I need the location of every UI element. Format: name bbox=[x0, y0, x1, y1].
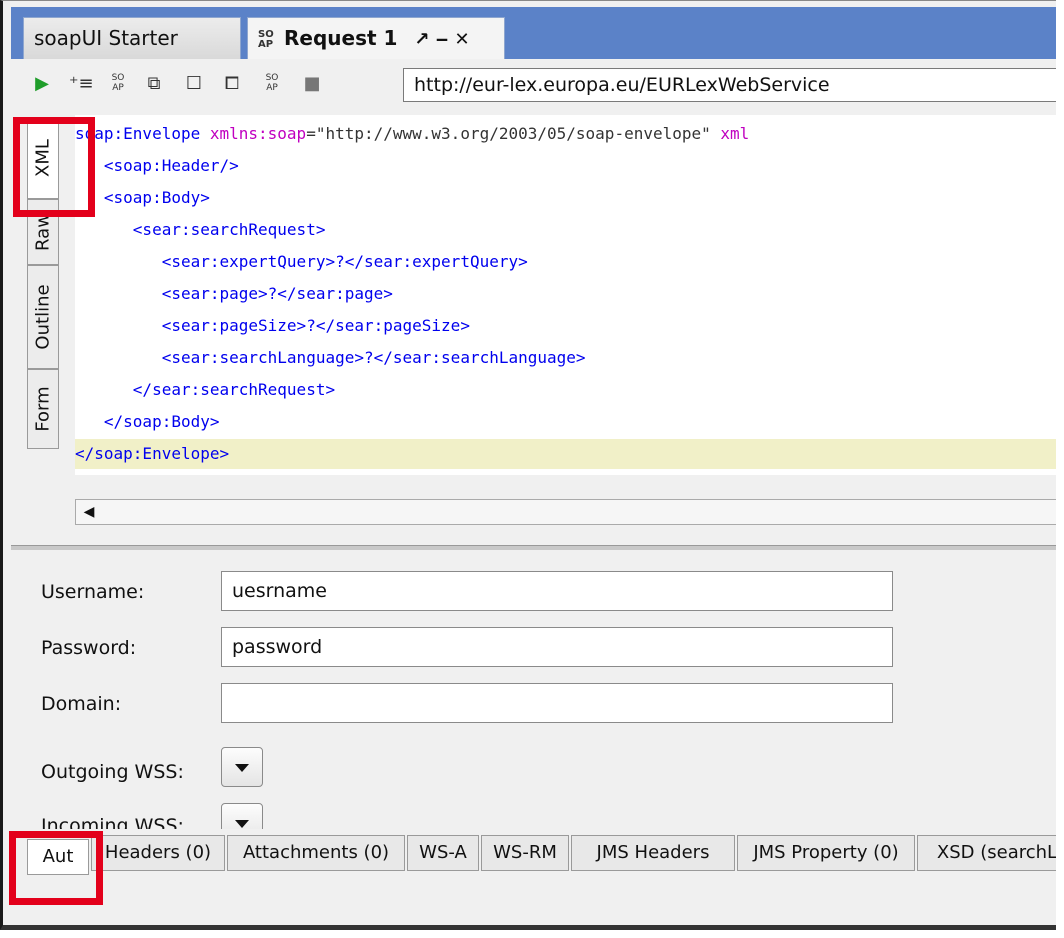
code-line: <sear:page>?</sear:page> bbox=[75, 284, 393, 303]
tab-attachments[interactable]: Attachments (0) bbox=[227, 835, 405, 871]
tab-xml[interactable]: XML bbox=[27, 117, 59, 199]
code-line: <soap:Header/> bbox=[75, 156, 239, 175]
add-header-icon[interactable]: ⁺≡ bbox=[69, 73, 94, 95]
code-line: <sear:expertQuery>?</sear:expertQuery> bbox=[75, 252, 528, 271]
maximize-icon[interactable]: ☐ bbox=[183, 73, 205, 95]
play-icon[interactable]: ▶ bbox=[31, 73, 53, 95]
xml-editor[interactable]: soap:Envelope xmlns:soap="http://www.w3.… bbox=[75, 115, 1056, 475]
request-editor: XML Raw Outline Form soap:Envelope xmlns… bbox=[11, 107, 1056, 545]
tab-jms-headers[interactable]: JMS Headers bbox=[571, 835, 735, 871]
window-edge bbox=[1056, 0, 1064, 938]
chevron-down-icon bbox=[235, 820, 249, 828]
tab-ws-a[interactable]: WS-A bbox=[407, 835, 479, 871]
code-line: </sear:searchRequest> bbox=[75, 380, 336, 399]
stop-icon[interactable]: ■ bbox=[301, 73, 323, 95]
soap-icon[interactable]: SO AP bbox=[107, 73, 129, 95]
code-line-current: </soap:Envelope> bbox=[75, 439, 1056, 469]
soapui-window: soapUI Starter Page SOAPRequest 1 ↗ ‒ ✕ … bbox=[0, 0, 1056, 930]
tab-request-1[interactable]: SO AP Request 1 ↗ ‒ ✕ bbox=[247, 17, 505, 59]
auth-panel: Username: uesrname Password: password Do… bbox=[11, 551, 1056, 843]
endpoint-field[interactable]: http://eur-lex.europa.eu/EURLexWebServic… bbox=[403, 68, 1056, 102]
tab-form[interactable]: Form bbox=[27, 369, 59, 449]
tab-ws-rm[interactable]: WS-RM bbox=[481, 835, 569, 871]
code-line: <sear:searchRequest> bbox=[75, 220, 326, 239]
tab-jms-property[interactable]: JMS Property (0) bbox=[737, 835, 915, 871]
tab-starter-page[interactable]: soapUI Starter Page bbox=[23, 17, 241, 90]
tab-raw[interactable]: Raw bbox=[27, 199, 59, 265]
outgoing-wss-select[interactable] bbox=[221, 747, 263, 787]
domain-field[interactable] bbox=[221, 683, 893, 723]
outgoing-wss-label: Outgoing WSS: bbox=[41, 761, 184, 783]
scroll-left-icon[interactable]: ◀ bbox=[80, 503, 98, 521]
soap-icon-2[interactable]: SO AP bbox=[261, 73, 283, 95]
tab-auth[interactable]: Aut bbox=[27, 839, 89, 875]
code-line: <sear:pageSize>?</sear:pageSize> bbox=[75, 316, 470, 335]
code-line: <sear:searchLanguage>?</sear:searchLangu… bbox=[75, 348, 586, 367]
code-line: soap:Envelope xmlns:soap="http://www.w3.… bbox=[75, 124, 750, 143]
code-line: </soap:Body> bbox=[75, 412, 220, 431]
chevron-down-icon bbox=[235, 764, 249, 772]
format-icon[interactable]: ⧉ bbox=[143, 73, 165, 95]
tab-label: Request 1 bbox=[284, 26, 398, 50]
tab-headers[interactable]: Headers (0) bbox=[91, 835, 225, 871]
domain-label: Domain: bbox=[41, 693, 122, 715]
editor-tab-bar: soapUI Starter Page SOAP Request 1 ↗ ‒ ✕ bbox=[11, 7, 1056, 90]
horizontal-scrollbar[interactable]: ◀ bbox=[75, 499, 1056, 525]
tab-outline[interactable]: Outline bbox=[27, 265, 59, 369]
request-toolbar: ▶ ⁺≡ SO AP ⧉ ☐ ⧠ SO AP ■ http://eur-lex.eu… bbox=[11, 59, 1056, 107]
soap-icon: SO AP bbox=[258, 28, 274, 50]
username-field[interactable]: uesrname bbox=[221, 571, 893, 611]
tile-icon[interactable]: ⧠ bbox=[221, 73, 243, 95]
username-label: Username: bbox=[41, 581, 145, 603]
password-label: Password: bbox=[41, 637, 137, 659]
editor-view-tabs: XML Raw Outline Form bbox=[27, 117, 59, 537]
code-line: <soap:Body> bbox=[75, 188, 210, 207]
tab-xsd[interactable]: XSD (searchL bbox=[917, 835, 1056, 871]
panel-splitter[interactable] bbox=[11, 545, 1056, 550]
tab-window-controls[interactable]: ↗ ‒ ✕ bbox=[414, 20, 469, 60]
password-field[interactable]: password bbox=[221, 627, 893, 667]
request-bottom-tabs: Aut Headers (0) Attachments (0) WS-A WS-… bbox=[11, 829, 1056, 875]
